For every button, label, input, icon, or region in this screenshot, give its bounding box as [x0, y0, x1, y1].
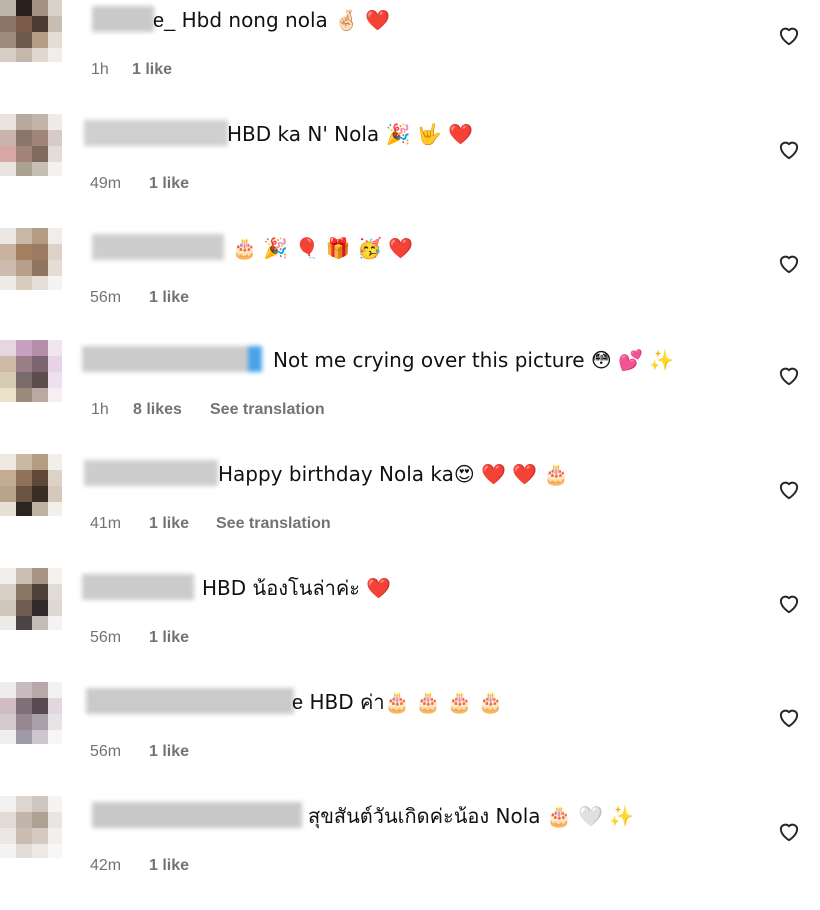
username-blurred[interactable]	[92, 234, 224, 260]
avatar[interactable]	[0, 114, 62, 176]
comment-text: HBD น้องโนล่าค่ะ ❤️	[202, 576, 392, 600]
avatar[interactable]	[0, 682, 62, 744]
comment-text: Not me crying over this picture 😳 💕 ✨	[273, 348, 675, 372]
comment-item: HBD น้องโนล่าค่ะ ❤️ 56m 1 like	[0, 568, 820, 682]
see-translation-link[interactable]: See translation	[216, 514, 331, 534]
comment-text: Happy birthday Nola ka😍 ❤️ ❤️ 🎂	[218, 462, 569, 486]
like-count[interactable]: 1 like	[149, 288, 189, 308]
like-count[interactable]: 1 like	[132, 60, 172, 80]
username-blurred[interactable]	[84, 120, 228, 146]
username-blurred[interactable]	[86, 688, 294, 714]
like-count[interactable]: 1 like	[149, 514, 189, 534]
comment-item: HBD ka N' Nola 🎉 🤟 ❤️ 49m 1 like	[0, 114, 820, 228]
comment-item: 🎂 🎉 🎈 🎁 🥳 ❤️ 56m 1 like	[0, 228, 820, 342]
like-count[interactable]: 1 like	[149, 742, 189, 762]
comment-time: 49m	[90, 175, 122, 192]
heart-outline-icon[interactable]	[776, 476, 802, 502]
avatar[interactable]	[0, 796, 62, 858]
comment-time: 1h	[91, 61, 109, 78]
username-blurred[interactable]	[92, 802, 302, 828]
heart-outline-icon[interactable]	[776, 250, 802, 276]
username-blurred[interactable]	[82, 574, 194, 600]
username-visible[interactable]: e_	[153, 10, 175, 32]
heart-outline-icon[interactable]	[776, 22, 802, 48]
like-count[interactable]: 1 like	[149, 174, 189, 194]
avatar[interactable]	[0, 454, 62, 516]
comment-text: HBD ka N' Nola 🎉 🤟 ❤️	[227, 122, 473, 146]
heart-outline-icon[interactable]	[776, 362, 802, 388]
heart-outline-icon[interactable]	[776, 704, 802, 730]
comment-text: Hbd nong nola 🤞🏻 ❤️	[175, 8, 391, 32]
comment-time: 42m	[90, 857, 122, 874]
comment-item: e_ Hbd nong nola 🤞🏻 ❤️ 1h 1 like	[0, 0, 820, 114]
comment-text: 🎂 🎉 🎈 🎁 🥳 ❤️	[232, 236, 414, 260]
comment-item: Not me crying over this picture 😳 💕 ✨ 1h…	[0, 340, 820, 454]
avatar[interactable]	[0, 228, 62, 290]
comment-time: 56m	[90, 289, 122, 306]
comment-time: 56m	[90, 743, 122, 760]
comment-text: HBD ค่า🎂 🎂 🎂 🎂	[303, 690, 504, 714]
comment-time: 1h	[91, 401, 109, 418]
username-blurred[interactable]	[84, 460, 218, 486]
avatar[interactable]	[0, 0, 62, 62]
see-translation-link[interactable]: See translation	[210, 400, 325, 420]
comment-time: 41m	[90, 515, 122, 532]
username-visible[interactable]: e	[292, 692, 303, 714]
avatar[interactable]	[0, 340, 62, 402]
comment-item: Happy birthday Nola ka😍 ❤️ ❤️ 🎂 41m 1 li…	[0, 454, 820, 568]
comment-item: สุขสันต์วันเกิดค่ะน้อง Nola 🎂 🤍 ✨ 42m 1 …	[0, 796, 820, 910]
comment-item: e HBD ค่า🎂 🎂 🎂 🎂 56m 1 like	[0, 682, 820, 796]
avatar[interactable]	[0, 568, 62, 630]
username-blurred[interactable]	[82, 346, 262, 372]
like-count[interactable]: 1 like	[149, 628, 189, 648]
heart-outline-icon[interactable]	[776, 136, 802, 162]
comment-time: 56m	[90, 629, 122, 646]
comment-text: สุขสันต์วันเกิดค่ะน้อง Nola 🎂 🤍 ✨	[308, 804, 635, 828]
username-blurred[interactable]	[92, 6, 154, 32]
like-count[interactable]: 8 likes	[133, 400, 182, 420]
heart-outline-icon[interactable]	[776, 818, 802, 844]
like-count[interactable]: 1 like	[149, 856, 189, 876]
heart-outline-icon[interactable]	[776, 590, 802, 616]
